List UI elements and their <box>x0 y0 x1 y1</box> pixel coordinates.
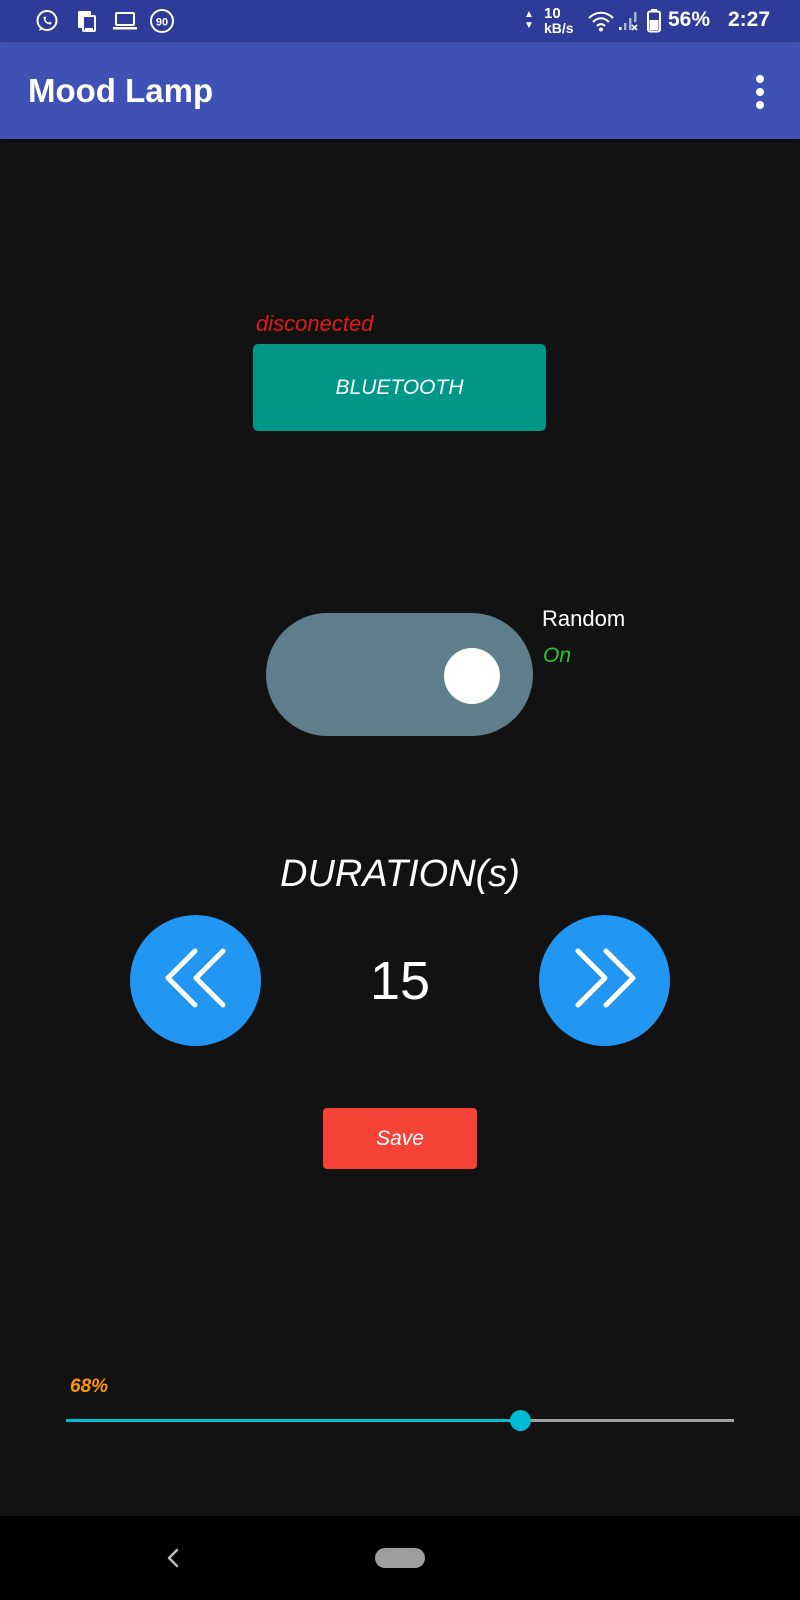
home-pill-icon[interactable] <box>375 1548 425 1568</box>
menu-dot <box>756 101 764 109</box>
double-chevron-left-icon <box>161 943 231 1018</box>
more-vert-icon[interactable] <box>744 72 776 112</box>
brightness-slider[interactable] <box>66 1408 734 1432</box>
duration-title: DURATION(s) <box>280 853 520 895</box>
double-chevron-right-icon <box>570 943 640 1018</box>
wifi-icon <box>588 9 614 33</box>
back-chevron-icon[interactable] <box>158 1542 188 1574</box>
network-speed: ▲ ▼ 10 kB/s <box>524 5 582 37</box>
speed-badge-text: 90 <box>156 17 168 29</box>
menu-dot <box>756 88 764 96</box>
connection-status: disconected <box>256 311 374 336</box>
toggle-thumb <box>444 648 500 704</box>
network-speed-value: 10 <box>544 5 561 22</box>
brightness-value: 68% <box>70 1376 109 1397</box>
random-toggle[interactable] <box>266 613 533 736</box>
decrease-duration-button[interactable] <box>130 915 261 1046</box>
bluetooth-button[interactable]: BLUETOOTH <box>253 344 546 431</box>
duration-value: 15 <box>369 951 431 1011</box>
save-button[interactable]: Save <box>323 1108 477 1169</box>
app-title: Mood Lamp <box>28 72 214 109</box>
battery-icon <box>646 9 662 33</box>
whatsapp-icon <box>34 9 60 33</box>
navigation-bar <box>0 1516 800 1600</box>
clock: 2:27 <box>728 8 771 31</box>
slider-thumb[interactable] <box>510 1410 532 1431</box>
network-arrows-icon: ▲ ▼ <box>524 9 534 31</box>
battery-percent: 56% <box>668 8 711 31</box>
status-bar: 90 ▲ ▼ 10 kB/s 56% 2:27 <box>0 0 800 42</box>
random-state: On <box>543 644 572 667</box>
device-icon <box>74 9 100 33</box>
increase-duration-button[interactable] <box>539 915 670 1046</box>
no-signal-icon <box>617 9 639 33</box>
menu-dot <box>756 75 764 83</box>
app-bar: Mood Lamp <box>0 42 800 139</box>
laptop-icon <box>111 9 139 33</box>
slider-fill <box>66 1419 521 1422</box>
network-speed-unit: kB/s <box>544 20 574 36</box>
speed-90-icon: 90 <box>149 9 175 33</box>
random-label: Random <box>542 606 626 631</box>
